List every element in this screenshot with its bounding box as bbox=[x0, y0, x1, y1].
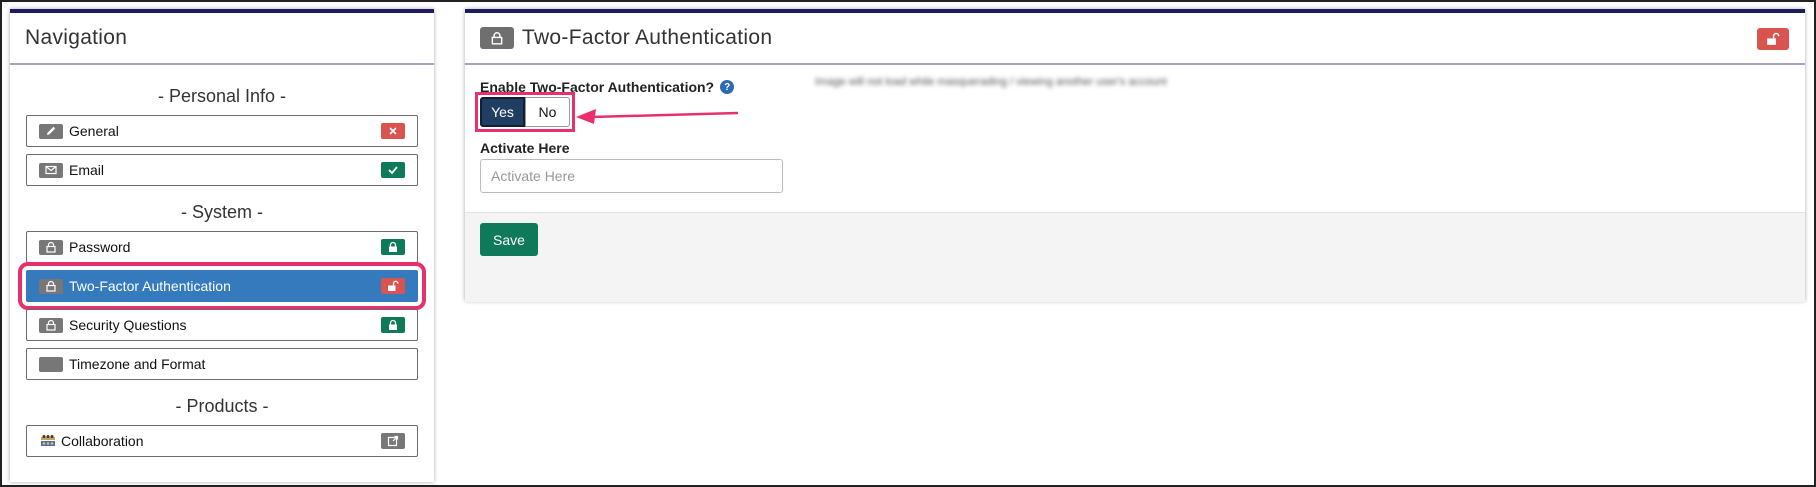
nav-item-password[interactable]: Password bbox=[26, 231, 418, 263]
nav-item-label: Collaboration bbox=[61, 433, 144, 449]
nav-item-two-factor[interactable]: Two-Factor Authentication bbox=[18, 262, 426, 310]
activate-here-label: Activate Here bbox=[480, 140, 570, 156]
lock-closed-icon bbox=[381, 239, 405, 255]
nav-item-security-questions[interactable]: Security Questions bbox=[26, 309, 418, 341]
lock-icon bbox=[39, 317, 63, 333]
lock-icon bbox=[39, 239, 63, 255]
lock-icon bbox=[39, 278, 63, 294]
envelope-icon bbox=[39, 162, 63, 178]
external-link-icon bbox=[381, 433, 405, 449]
nav-item-label: Security Questions bbox=[69, 317, 187, 333]
section-system: - System - bbox=[180, 202, 263, 222]
help-icon[interactable]: ? bbox=[720, 80, 735, 94]
nav-item-email[interactable]: Email bbox=[26, 154, 418, 186]
navigation-title: Navigation bbox=[25, 26, 128, 49]
lock-open-icon bbox=[381, 278, 405, 294]
masquerade-note: Image will not load while masquerading /… bbox=[815, 76, 1167, 88]
lock-open-icon bbox=[1757, 28, 1789, 50]
panel-footer: Save bbox=[465, 212, 1805, 302]
toggle-no-button[interactable]: No bbox=[525, 97, 570, 127]
activate-here-input[interactable] bbox=[480, 159, 783, 193]
nav-item-label: Timezone and Format bbox=[69, 356, 206, 372]
lock-icon bbox=[480, 27, 514, 49]
toggle-yes-button[interactable]: Yes bbox=[480, 97, 525, 127]
section-products: - Products - bbox=[175, 396, 269, 416]
section-personal-info: - Personal Info - bbox=[157, 86, 287, 106]
two-factor-panel: Two-Factor Authentication Enable Two-Fac… bbox=[465, 9, 1805, 302]
two-factor-toggle[interactable]: Yes No bbox=[475, 92, 575, 132]
navigation-header: Navigation bbox=[10, 13, 434, 65]
check-icon bbox=[381, 162, 405, 178]
page-title: Two-Factor Authentication bbox=[522, 26, 773, 49]
enable-two-factor-label: Enable Two-Factor Authentication? ? bbox=[480, 79, 735, 95]
save-button[interactable]: Save bbox=[480, 223, 538, 256]
close-icon bbox=[381, 123, 405, 139]
enable-two-factor-text: Enable Two-Factor Authentication? bbox=[480, 79, 715, 95]
lock-closed-icon bbox=[381, 317, 405, 333]
nav-item-label: Password bbox=[69, 239, 131, 255]
nav-item-timezone[interactable]: Timezone and Format bbox=[26, 348, 418, 380]
nav-item-label: General bbox=[69, 123, 119, 139]
nav-item-label: Email bbox=[69, 162, 105, 178]
annotation-arrow bbox=[576, 109, 739, 124]
nav-item-label: Two-Factor Authentication bbox=[69, 278, 231, 294]
nav-item-general[interactable]: General bbox=[26, 115, 418, 147]
collaboration-icon bbox=[39, 434, 57, 448]
clock-icon bbox=[39, 356, 63, 372]
pencil-icon bbox=[39, 123, 63, 139]
navigation-panel: Navigation - Personal Info - General Ema… bbox=[10, 9, 434, 482]
nav-item-collaboration[interactable]: Collaboration bbox=[26, 425, 418, 457]
two-factor-header: Two-Factor Authentication bbox=[465, 13, 1805, 65]
navigation-body: - Personal Info - General Email - System… bbox=[10, 77, 434, 457]
